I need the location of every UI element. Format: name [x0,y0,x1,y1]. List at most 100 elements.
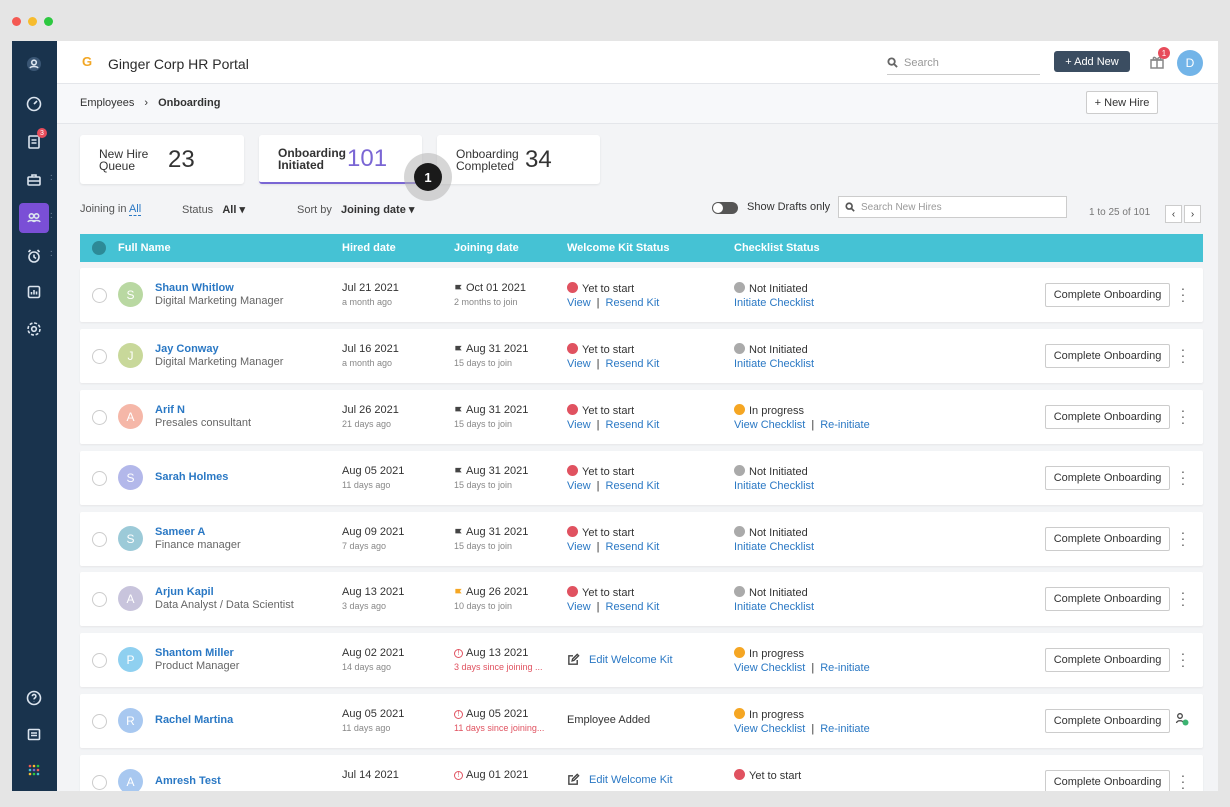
reports-icon[interactable] [19,277,49,307]
col-welcome-kit[interactable]: Welcome Kit Status [567,242,670,254]
row-checkbox[interactable] [92,288,107,303]
col-hired-date[interactable]: Hired date [342,242,396,254]
chat-icon[interactable] [19,720,49,750]
complete-onboarding-button[interactable]: Complete Onboarding [1045,587,1170,611]
view-kit-link[interactable]: View [567,480,591,492]
complete-onboarding-button[interactable]: Complete Onboarding [1045,648,1170,672]
view-kit-link[interactable]: View [567,541,591,553]
row-checkbox[interactable] [92,532,107,547]
help-icon[interactable] [19,683,49,713]
employee-name[interactable]: Sarah Holmes [155,471,228,483]
resend-kit-link[interactable]: Resend Kit [606,480,660,492]
checklist-link[interactable]: Initiate Checklist [734,297,814,309]
row-checkbox[interactable] [92,592,107,607]
more-options-icon[interactable]: · · · [1180,342,1186,368]
add-new-button[interactable]: + Add New [1054,51,1130,72]
next-page-button[interactable]: › [1184,205,1201,223]
complete-onboarding-button[interactable]: Complete Onboarding [1045,527,1170,551]
resend-kit-link[interactable]: Resend Kit [606,297,660,309]
row-checkbox[interactable] [92,775,107,790]
checklist-link[interactable]: Initiate Checklist [734,601,814,613]
drafts-toggle[interactable] [712,202,738,214]
checklist-link[interactable]: Initiate Checklist [734,358,814,370]
new-hire-button[interactable]: + New Hire [1086,91,1158,114]
tasks-icon[interactable]: 3 [19,127,49,157]
breadcrumb-employees[interactable]: Employees [80,97,134,109]
edit-welcome-kit[interactable]: Edit Welcome Kit [567,773,673,786]
employee-name[interactable]: Arjun Kapil [155,586,214,598]
more-options-icon[interactable]: · · · [1180,646,1186,672]
gift-icon[interactable]: 1 [1146,47,1170,73]
joining-filter[interactable]: Joining in All [80,203,142,216]
select-all-checkbox[interactable] [92,241,106,255]
view-kit-link[interactable]: View [567,358,591,370]
status-filter[interactable]: Status All ▾ [182,203,245,216]
maximize-window-dot[interactable] [44,17,53,26]
more-options-icon[interactable]: · · · [1180,585,1186,611]
more-options-icon[interactable]: · · · [1180,403,1186,429]
checklist-link[interactable]: View Checklist [734,419,805,431]
checklist-link[interactable]: View Checklist [734,723,805,735]
row-checkbox[interactable] [92,349,107,364]
minimize-window-dot[interactable] [28,17,37,26]
row-checkbox[interactable] [92,410,107,425]
complete-onboarding-button[interactable]: Complete Onboarding [1045,283,1170,307]
complete-onboarding-button[interactable]: Complete Onboarding [1045,770,1170,791]
reinitiate-link[interactable]: Re-initiate [820,662,870,674]
employee-name[interactable]: Shantom Miller [155,647,234,659]
resend-kit-link[interactable]: Resend Kit [606,419,660,431]
card-onboarding-initiated[interactable]: Onboarding Initiated 101 [259,135,422,184]
resend-kit-link[interactable]: Resend Kit [606,601,660,613]
row-checkbox[interactable] [92,653,107,668]
person-check-icon[interactable] [1175,712,1189,726]
checklist-link[interactable]: Initiate Checklist [734,480,814,492]
col-joining-date[interactable]: Joining date [454,242,519,254]
briefcase-icon[interactable]: · · [19,165,53,195]
edit-welcome-kit[interactable]: Edit Welcome Kit [567,653,673,666]
col-checklist[interactable]: Checklist Status [734,242,820,254]
settings-icon[interactable] [19,314,49,344]
card-new-hire-queue[interactable]: New Hire Queue 23 [80,135,244,184]
employee-name[interactable]: Amresh Test [155,775,221,787]
employee-name[interactable]: Jay Conway [155,343,219,355]
employee-name[interactable]: Sameer A [155,526,205,538]
alarm-icon[interactable]: · · [19,241,53,271]
search-new-hires-input[interactable]: Search New Hires [838,196,1067,218]
edit-welcome-kit-link[interactable]: Edit Welcome Kit [589,654,673,666]
table-row: A Arif N Presales consultant Jul 26 2021 21 … [80,390,1203,444]
profile-icon[interactable] [19,49,49,79]
resend-kit-link[interactable]: Resend Kit [606,358,660,370]
checklist-link[interactable]: View Checklist [734,662,805,674]
employee-name[interactable]: Arif N [155,404,185,416]
complete-onboarding-button[interactable]: Complete Onboarding [1045,344,1170,368]
reinitiate-link[interactable]: Re-initiate [820,723,870,735]
more-options-icon[interactable]: · · · [1180,464,1186,490]
reinitiate-link[interactable]: Re-initiate [820,419,870,431]
complete-onboarding-button[interactable]: Complete Onboarding [1045,709,1170,733]
sort-filter[interactable]: Sort by Joining date ▾ [297,203,414,216]
view-kit-link[interactable]: View [567,601,591,613]
col-full-name[interactable]: Full Name [118,242,171,254]
row-checkbox[interactable] [92,714,107,729]
card-onboarding-completed[interactable]: Onboarding Completed 34 [437,135,600,184]
complete-onboarding-button[interactable]: Complete Onboarding [1045,466,1170,490]
dashboard-icon[interactable] [19,89,49,119]
global-search-input[interactable]: Search [887,51,1040,75]
people-icon[interactable]: · · [19,203,53,233]
row-checkbox[interactable] [92,471,107,486]
prev-page-button[interactable]: ‹ [1165,205,1182,223]
user-avatar[interactable]: D [1177,50,1203,76]
close-window-dot[interactable] [12,17,21,26]
checklist-link[interactable]: Initiate Checklist [734,541,814,553]
edit-welcome-kit-link[interactable]: Edit Welcome Kit [589,774,673,786]
employee-name[interactable]: Rachel Martina [155,714,233,726]
resend-kit-link[interactable]: Resend Kit [606,541,660,553]
view-kit-link[interactable]: View [567,297,591,309]
more-options-icon[interactable]: · · · [1180,281,1186,307]
more-options-icon[interactable]: · · · [1180,768,1186,791]
view-kit-link[interactable]: View [567,419,591,431]
more-options-icon[interactable]: · · · [1180,525,1186,551]
complete-onboarding-button[interactable]: Complete Onboarding [1045,405,1170,429]
employee-name[interactable]: Shaun Whitlow [155,282,234,294]
apps-icon[interactable] [19,755,49,785]
